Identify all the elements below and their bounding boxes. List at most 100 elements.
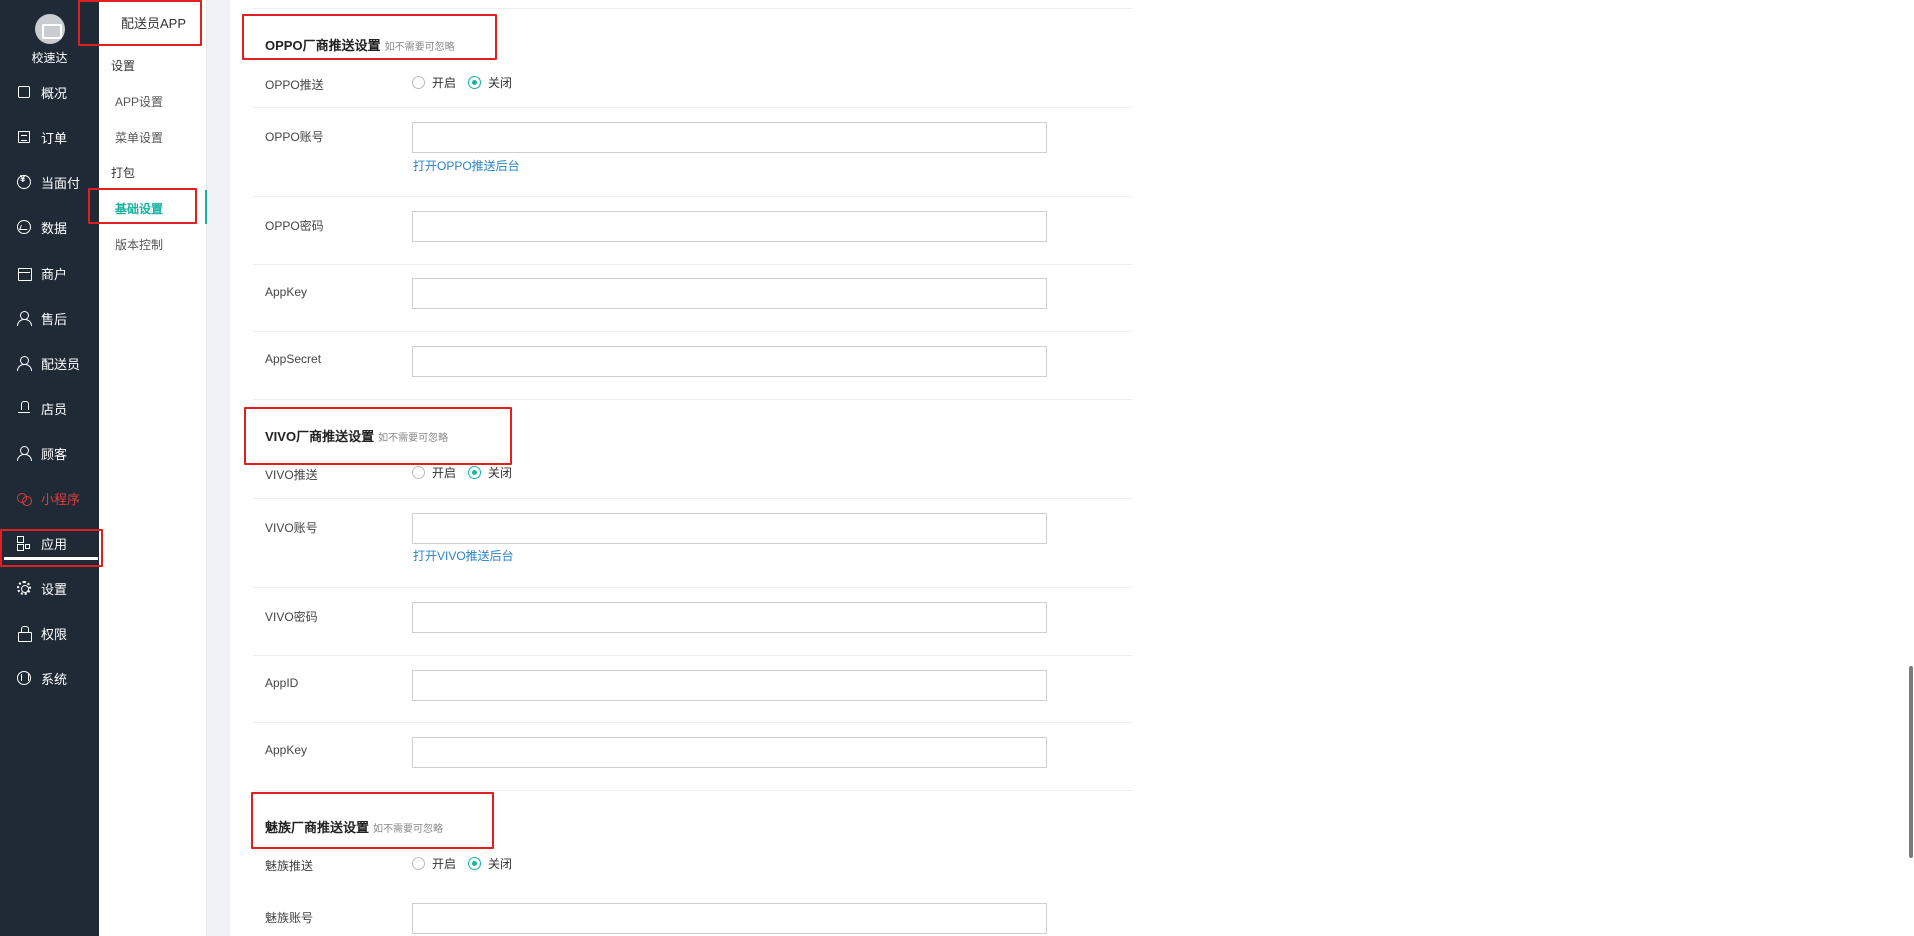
sidebar-item-label: 设置 bbox=[41, 581, 68, 597]
vivo-password-label: VIVO密码 bbox=[265, 610, 318, 624]
section-title: VIVO厂商推送设置 bbox=[265, 429, 375, 444]
subnav-group-settings: 设置 bbox=[111, 59, 136, 73]
sidebar-item-mini-program[interactable]: 小程序 bbox=[0, 479, 99, 517]
subnav-app-settings[interactable]: APP设置 bbox=[115, 93, 163, 110]
headset-icon bbox=[16, 310, 32, 326]
oppo-password-input[interactable] bbox=[412, 211, 1047, 242]
divider bbox=[253, 498, 1133, 499]
sidebar-item-apps[interactable]: 应用 bbox=[0, 524, 99, 562]
sidebar-item-orders[interactable]: 订单 bbox=[0, 118, 99, 156]
sidebar-item-face-pay[interactable]: 当面付 bbox=[0, 163, 99, 201]
meizu-account-label: 魅族账号 bbox=[265, 911, 314, 925]
radio-label-on: 开启 bbox=[432, 857, 457, 871]
oppo-push-radio-group: 开启 关闭 bbox=[412, 74, 524, 91]
meizu-section-header: 魅族厂商推送设置 如不需要可忽略 bbox=[265, 817, 443, 836]
secondary-sidebar: 配送员APP 设置 APP设置 菜单设置 打包 基础设置 版本控制 bbox=[99, 0, 207, 936]
subnav-menu-settings[interactable]: 菜单设置 bbox=[115, 129, 163, 146]
sidebar-item-label: 数据 bbox=[41, 220, 68, 236]
sidebar-item-customers[interactable]: 顾客 bbox=[0, 434, 99, 472]
meizu-push-radio-group: 开启 关闭 bbox=[412, 855, 524, 872]
sidebar-item-label: 当面付 bbox=[41, 175, 81, 191]
oppo-push-off-radio[interactable] bbox=[468, 76, 482, 89]
meizu-push-on-radio[interactable] bbox=[412, 857, 425, 870]
section-hint: 如不需要可忽略 bbox=[378, 433, 449, 444]
divider bbox=[253, 722, 1133, 723]
oppo-appkey-input[interactable] bbox=[412, 278, 1047, 309]
scrollbar-thumb[interactable] bbox=[1909, 666, 1913, 858]
vivo-account-input[interactable] bbox=[412, 513, 1047, 544]
radio-label-off: 关闭 bbox=[488, 857, 513, 871]
sidebar-item-settings[interactable]: 设置 bbox=[0, 569, 99, 607]
divider bbox=[253, 8, 1133, 9]
sidebar-item-label: 概况 bbox=[41, 85, 68, 101]
user-icon bbox=[16, 355, 32, 371]
gear-icon bbox=[16, 580, 32, 596]
oppo-appsecret-input[interactable] bbox=[412, 346, 1047, 377]
vivo-push-radio-group: 开启 关闭 bbox=[412, 464, 524, 481]
section-hint: 如不需要可忽略 bbox=[373, 824, 444, 835]
open-oppo-backend-link[interactable]: 打开OPPO推送后台 bbox=[413, 157, 520, 174]
subnav-version-control[interactable]: 版本控制 bbox=[115, 236, 163, 253]
apps-icon bbox=[16, 535, 32, 551]
section-title: 魅族厂商推送设置 bbox=[265, 820, 370, 835]
divider bbox=[253, 264, 1133, 265]
radio-label-off: 关闭 bbox=[488, 466, 513, 480]
sidebar-item-system[interactable]: 系统 bbox=[0, 659, 99, 697]
lock-icon bbox=[16, 625, 32, 642]
main-sidebar: 校速达 概况 订单 当面付 数据 商户 售后 配送员 bbox=[0, 0, 99, 936]
overview-icon bbox=[16, 84, 32, 100]
sidebar-item-permissions[interactable]: 权限 bbox=[0, 614, 99, 652]
radio-label-on: 开启 bbox=[432, 76, 457, 90]
order-icon bbox=[16, 129, 32, 145]
avatar[interactable] bbox=[34, 14, 65, 44]
divider bbox=[253, 655, 1133, 656]
vivo-account-label: VIVO账号 bbox=[265, 521, 318, 535]
yen-icon bbox=[16, 174, 32, 190]
sidebar-item-label: 商户 bbox=[41, 266, 68, 282]
app-root: 校速达 概况 订单 当面付 数据 商户 售后 配送员 bbox=[0, 0, 1914, 936]
sidebar-item-label: 权限 bbox=[41, 626, 68, 642]
oppo-push-label: OPPO推送 bbox=[265, 78, 324, 92]
scrollbar[interactable] bbox=[1905, 0, 1914, 936]
divider bbox=[253, 331, 1133, 332]
open-vivo-backend-link[interactable]: 打开VIVO推送后台 bbox=[413, 547, 514, 564]
vivo-password-input[interactable] bbox=[412, 602, 1047, 633]
oppo-section-header: OPPO厂商推送设置 如不需要可忽略 bbox=[265, 35, 455, 54]
oppo-account-input[interactable] bbox=[412, 122, 1047, 153]
sidebar-item-clerks[interactable]: 店员 bbox=[0, 389, 99, 427]
divider bbox=[253, 107, 1133, 108]
vivo-appid-label: AppID bbox=[265, 676, 299, 690]
customer-icon bbox=[16, 445, 32, 461]
subnav-title: 配送员APP bbox=[121, 16, 187, 31]
sidebar-item-overview[interactable]: 概况 bbox=[0, 73, 99, 111]
meizu-account-input[interactable] bbox=[412, 903, 1047, 934]
sidebar-item-label: 应用 bbox=[41, 536, 68, 552]
section-hint: 如不需要可忽略 bbox=[384, 42, 455, 53]
vivo-section-header: VIVO厂商推送设置 如不需要可忽略 bbox=[265, 426, 448, 445]
main-content: OPPO厂商推送设置 如不需要可忽略 OPPO推送 开启 关闭 OPPO账号 打… bbox=[230, 0, 1914, 936]
shop-icon bbox=[16, 265, 32, 281]
clerk-icon bbox=[16, 400, 32, 416]
divider bbox=[253, 587, 1133, 588]
oppo-appsecret-label: AppSecret bbox=[265, 352, 322, 366]
vivo-push-on-radio[interactable] bbox=[412, 466, 425, 479]
sidebar-item-label: 系统 bbox=[41, 671, 68, 687]
divider bbox=[253, 196, 1133, 197]
vivo-appid-input[interactable] bbox=[412, 670, 1047, 701]
vivo-push-off-radio[interactable] bbox=[468, 466, 482, 479]
meizu-push-off-radio[interactable] bbox=[468, 857, 482, 870]
gutter bbox=[207, 0, 230, 936]
sidebar-item-data[interactable]: 数据 bbox=[0, 208, 99, 246]
sidebar-item-couriers[interactable]: 配送员 bbox=[0, 344, 99, 382]
oppo-password-label: OPPO密码 bbox=[265, 219, 324, 233]
sidebar-item-merchants[interactable]: 商户 bbox=[0, 254, 99, 292]
subnav-group-pack: 打包 bbox=[111, 166, 136, 180]
subnav-basic-settings[interactable]: 基础设置 bbox=[115, 200, 163, 217]
vivo-appkey-input[interactable] bbox=[412, 737, 1047, 768]
sidebar-item-after-sales[interactable]: 售后 bbox=[0, 299, 99, 337]
oppo-push-on-radio[interactable] bbox=[412, 76, 425, 89]
sidebar-item-label: 售后 bbox=[41, 311, 68, 327]
radio-label-on: 开启 bbox=[432, 466, 457, 480]
brand-name: 校速达 bbox=[31, 51, 68, 65]
vivo-push-label: VIVO推送 bbox=[265, 468, 318, 482]
